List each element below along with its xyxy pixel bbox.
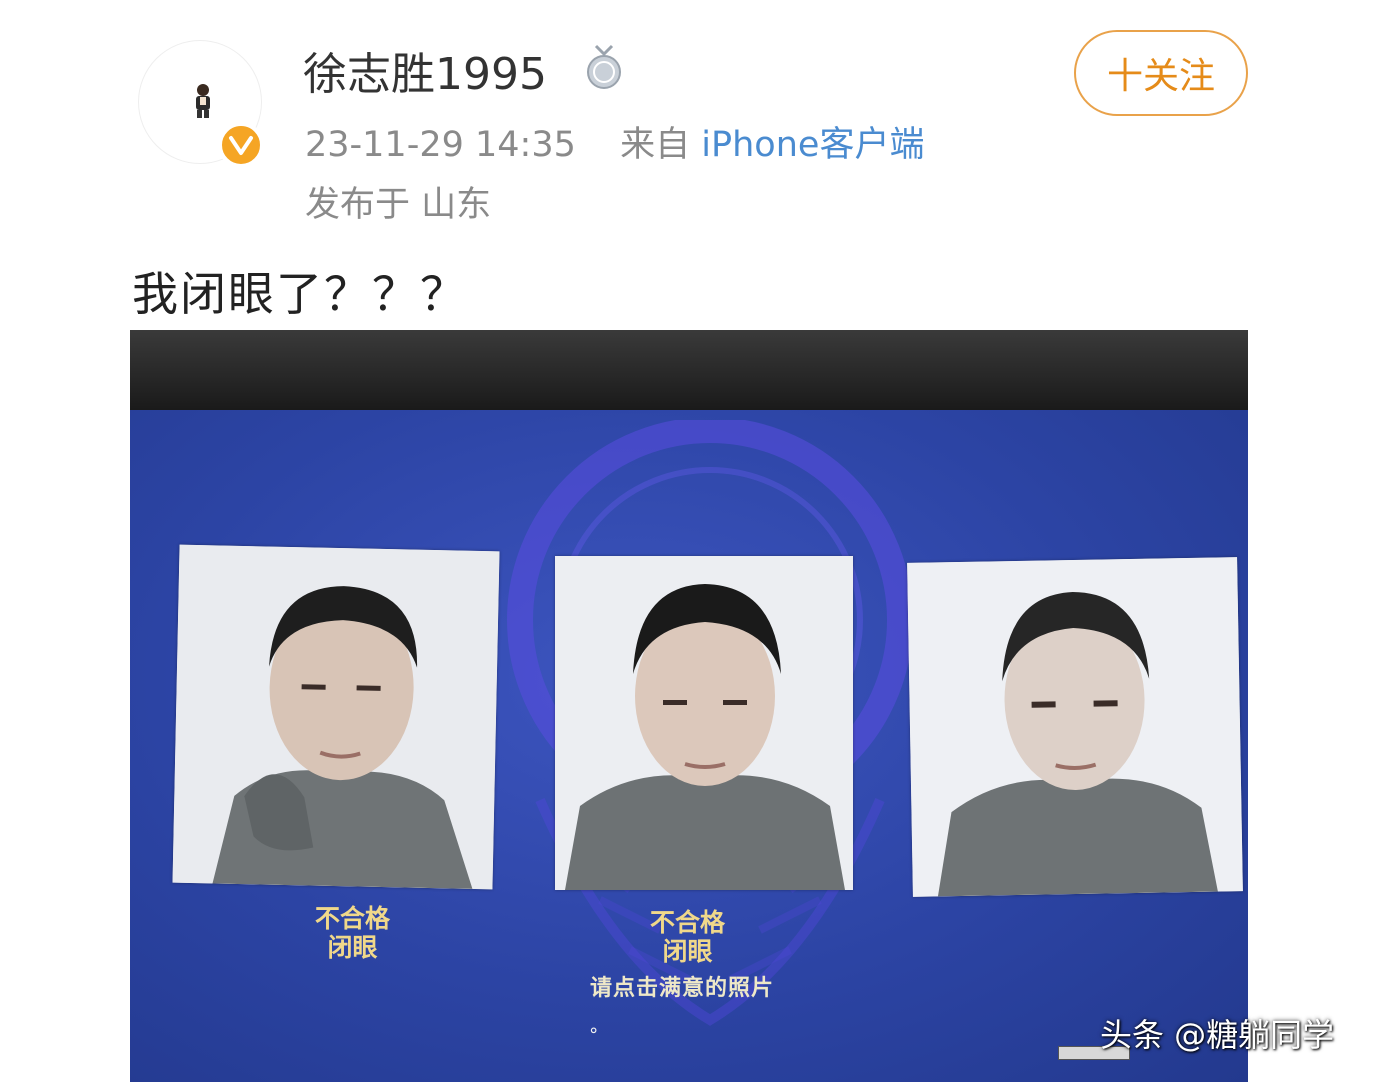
portrait-image: [555, 556, 853, 890]
post-image[interactable]: 不合格 闭眼 不合格 闭眼 请点击满意的照片 ∘: [130, 330, 1248, 1082]
photo-2-result: 不合格 闭眼: [650, 908, 725, 966]
post-text: 我闭眼了？？？: [132, 267, 468, 321]
medal-icon: [587, 44, 621, 89]
photo-option-3[interactable]: [907, 557, 1243, 897]
result-reason: 闭眼: [327, 933, 378, 962]
result-status: 不合格: [650, 908, 726, 937]
portrait-image: [172, 544, 500, 890]
verified-v-icon: [218, 122, 264, 168]
post-meta: 23-11-29 14:35 来自 iPhone客户端: [305, 116, 924, 167]
source-prefix: 来自: [620, 125, 691, 165]
photo-option-2[interactable]: [555, 556, 853, 890]
select-photo-hint: 请点击满意的照片: [590, 976, 775, 1001]
cursor-icon: ∘: [588, 1020, 600, 1041]
portrait-image: [907, 557, 1243, 897]
result-reason: 闭眼: [662, 937, 713, 966]
username[interactable]: 徐志胜1995: [303, 38, 547, 102]
photo-option-1[interactable]: [172, 544, 500, 890]
photo-1-result: 不合格 闭眼: [315, 904, 390, 962]
follow-button[interactable]: 十关注: [1074, 30, 1248, 116]
post-location: 发布于 山东: [305, 185, 492, 225]
monitor-bezel: [130, 330, 1248, 410]
watermark: 头条 @糖躺同学: [1100, 1016, 1335, 1054]
source-client[interactable]: iPhone客户端: [701, 125, 924, 165]
result-status: 不合格: [315, 904, 391, 933]
timestamp: 23-11-29 14:35: [305, 125, 576, 165]
avatar-figure-icon: [196, 84, 210, 118]
